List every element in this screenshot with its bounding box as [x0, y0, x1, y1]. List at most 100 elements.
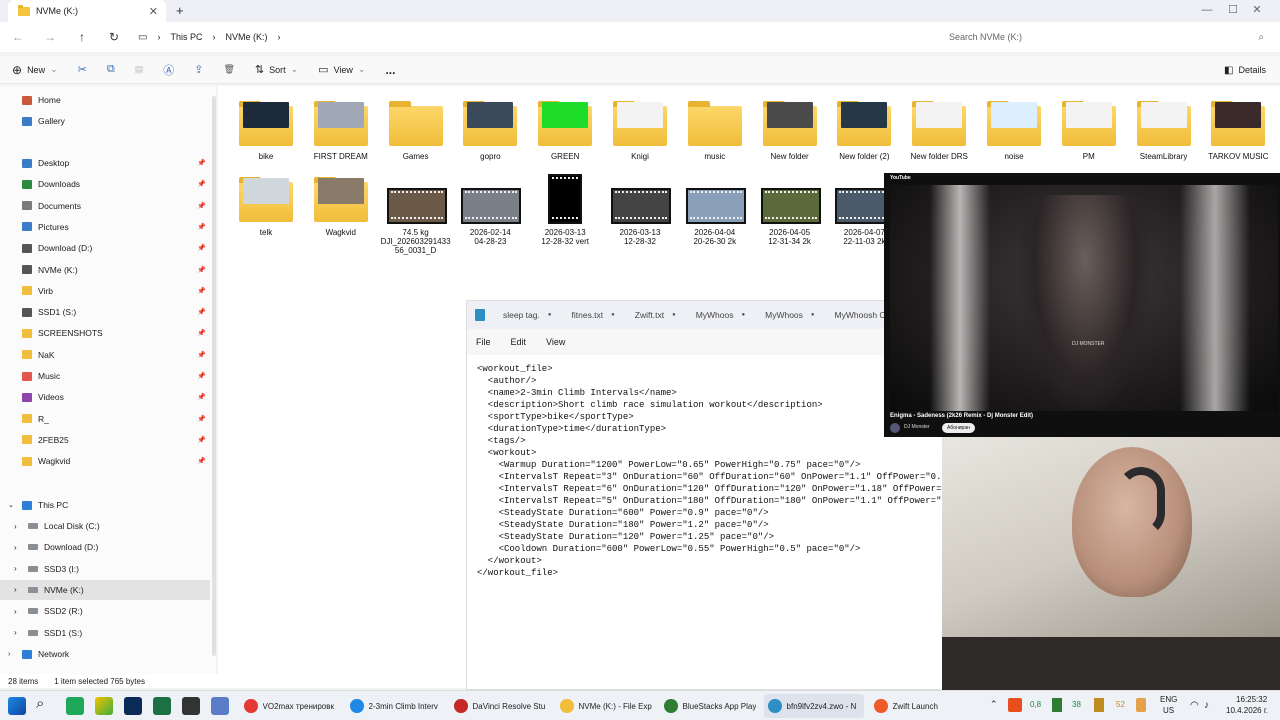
menu-file[interactable]: File — [476, 337, 491, 347]
video-frame[interactable]: DJ MONSTER — [890, 185, 1278, 411]
copy-icon[interactable]: ⧉ — [101, 58, 121, 82]
folder-item[interactable]: Wagkvid — [305, 174, 377, 237]
folder-item[interactable]: telk — [230, 174, 302, 237]
menu-view[interactable]: View — [546, 337, 565, 347]
close-window-icon[interactable]: ✕ — [1234, 0, 1280, 22]
chevron-right-icon[interactable]: › — [14, 607, 22, 616]
nav-item-pinned[interactable]: Downloads 📌 — [0, 174, 210, 194]
taskbar-app[interactable]: bfn9lfv2zv4.zwo - N — [764, 694, 864, 718]
back-icon[interactable]: ← — [6, 25, 30, 49]
nav-item-network[interactable]: › Network — [0, 644, 210, 664]
folder-item[interactable]: Knigi — [604, 98, 676, 161]
nav-item-pinned[interactable]: SCREENSHOTS 📌 — [0, 323, 210, 343]
video-file-item[interactable]: 2026-03-13 12-28-32 — [604, 174, 676, 246]
taskbar-app[interactable]: 2-3min Climb Interv — [346, 694, 446, 718]
folder-item[interactable]: GREEN — [529, 98, 601, 161]
refresh-icon[interactable]: ↻ — [102, 25, 126, 49]
folder-item[interactable]: FIRST DREAM — [305, 98, 377, 161]
share-icon[interactable]: ⇪ — [188, 58, 209, 82]
nav-item-pinned[interactable]: Documents 📌 — [0, 196, 210, 216]
app-icon[interactable] — [95, 697, 113, 715]
channel-avatar[interactable] — [890, 423, 900, 433]
taskbar-app[interactable]: Zwift Launch — [870, 694, 970, 718]
nav-item-gallery[interactable]: Gallery — [0, 111, 210, 131]
view-button[interactable]: ▭ View ⌄ — [312, 58, 371, 82]
taskbar-app[interactable]: DaVinci Resolve Stu — [450, 694, 550, 718]
channel-name[interactable]: DJ Monster — [904, 424, 930, 430]
excel-icon[interactable] — [153, 697, 171, 715]
nav-item-drive-selected[interactable]: › NVMe (K:) — [0, 579, 210, 600]
details-button[interactable]: ◧ Details — [1218, 58, 1272, 82]
volume-icon[interactable]: ♪ — [1204, 700, 1209, 711]
breadcrumb-this-pc[interactable]: This PC — [170, 32, 202, 42]
folder-item[interactable]: Games — [380, 98, 452, 161]
nav-item-pinned[interactable]: NaK 📌 — [0, 345, 210, 365]
cut-icon[interactable]: ✂ — [72, 58, 93, 82]
video-file-item[interactable]: 2026-02-14 04-28-23 — [454, 174, 526, 246]
breadcrumb[interactable]: ▭ › This PC › NVMe (K:) › — [138, 27, 928, 47]
taskbar-app[interactable]: BlueStacks App Play — [660, 694, 760, 718]
chevron-up-icon[interactable]: ⌃ — [990, 699, 998, 710]
tray-icon[interactable] — [1008, 698, 1022, 712]
language[interactable]: ENG — [1160, 695, 1177, 704]
nav-item-this-pc[interactable]: ⌄ This PC — [0, 495, 210, 515]
folder-item[interactable]: bike — [230, 98, 302, 161]
new-tab-button[interactable]: + — [176, 3, 184, 18]
nav-item-pinned[interactable]: SSD1 (S:) 📌 — [0, 302, 210, 322]
delete-icon[interactable]: 🗑 — [217, 58, 240, 82]
close-tab-icon[interactable]: ✕ — [149, 5, 158, 18]
chevron-right-icon[interactable]: › — [14, 628, 22, 637]
nav-item-pinned[interactable]: Download (D:) 📌 — [0, 238, 210, 258]
app-icon[interactable] — [66, 697, 84, 715]
folder-item[interactable]: SteamLibrary — [1128, 98, 1200, 161]
search-input[interactable]: Search NVMe (K:) ⌕ — [940, 27, 1272, 47]
nav-item-pinned[interactable]: Virb 📌 — [0, 281, 210, 301]
chevron-right-icon[interactable]: › — [14, 585, 22, 594]
forward-icon[interactable]: → — [38, 25, 62, 49]
clock-date[interactable]: 10.4.2026 г. — [1226, 706, 1268, 715]
tray-icon[interactable] — [1136, 698, 1146, 712]
notepad-tab[interactable]: Zwift.txt ● — [627, 301, 684, 329]
video-file-item[interactable]: 2026-03-13 12-28-32 vert — [529, 174, 601, 246]
nav-item-home[interactable]: Home — [0, 90, 210, 110]
chevron-right-icon[interactable]: › — [14, 543, 22, 552]
notepad-tab[interactable]: fitnes.txt ● — [564, 301, 623, 329]
up-icon[interactable]: ↑ — [70, 25, 94, 49]
nav-item-pinned[interactable]: 2FEB25 📌 — [0, 430, 210, 450]
folder-item[interactable]: New folder (2) — [828, 98, 900, 161]
chevron-right-icon[interactable]: › — [14, 564, 22, 573]
nav-item-pinned[interactable]: Videos 📌 — [0, 387, 210, 407]
notepad-tab[interactable]: MyWhoos ● — [688, 301, 753, 329]
menu-edit[interactable]: Edit — [511, 337, 527, 347]
paste-icon[interactable]: ▤ — [129, 58, 150, 82]
search-icon[interactable]: ⌕ — [36, 695, 44, 712]
nav-scrollbar[interactable] — [212, 96, 216, 656]
network-icon[interactable]: ◠ — [1190, 700, 1199, 711]
nav-item-pinned[interactable]: NVMe (K:) 📌 — [0, 260, 210, 280]
app-icon[interactable] — [211, 697, 229, 715]
more-options-icon[interactable]: ... — [379, 58, 401, 82]
video-file-item[interactable]: 2026-04-05 12-31-34 2k — [754, 174, 826, 246]
nav-item-pinned[interactable]: R_ 📌 — [0, 409, 210, 429]
folder-item[interactable]: New folder — [754, 98, 826, 161]
nav-item-drive[interactable]: › SSD1 (S:) — [0, 623, 210, 643]
explorer-tab[interactable]: NVMe (K:) ✕ — [8, 0, 166, 22]
folder-item[interactable]: New folder DRS — [903, 98, 975, 161]
new-button[interactable]: ⊕ New ⌄ — [6, 58, 64, 82]
nav-item-pinned[interactable]: Wagkvid 📌 — [0, 451, 210, 471]
chevron-right-icon[interactable]: › — [14, 522, 22, 531]
notepad-editor[interactable]: <workout_file> <author/> <name>2-3min Cl… — [467, 355, 941, 689]
folder-item[interactable]: noise — [978, 98, 1050, 161]
notepad-tab[interactable]: MyWhoos ● — [757, 301, 822, 329]
taskbar-app[interactable]: VO2max тренировк — [240, 694, 340, 718]
region[interactable]: US — [1163, 706, 1174, 715]
video-file-item[interactable]: 2026-04-04 20-26-30 2k — [679, 174, 751, 246]
subscribe-button[interactable]: Абониран — [942, 423, 975, 433]
folder-item[interactable]: music — [679, 98, 751, 161]
video-file-item[interactable]: 74.5 kg DJI_202603291433 56_0031_D — [380, 174, 452, 255]
app-icon[interactable] — [182, 697, 200, 715]
nav-item-drive[interactable]: › Local Disk (C:) — [0, 516, 210, 536]
sort-button[interactable]: ⇅ Sort ⌄ — [249, 58, 304, 82]
nav-item-drive[interactable]: › Download (D:) — [0, 537, 210, 557]
nav-item-pinned[interactable]: Pictures 📌 — [0, 217, 210, 237]
